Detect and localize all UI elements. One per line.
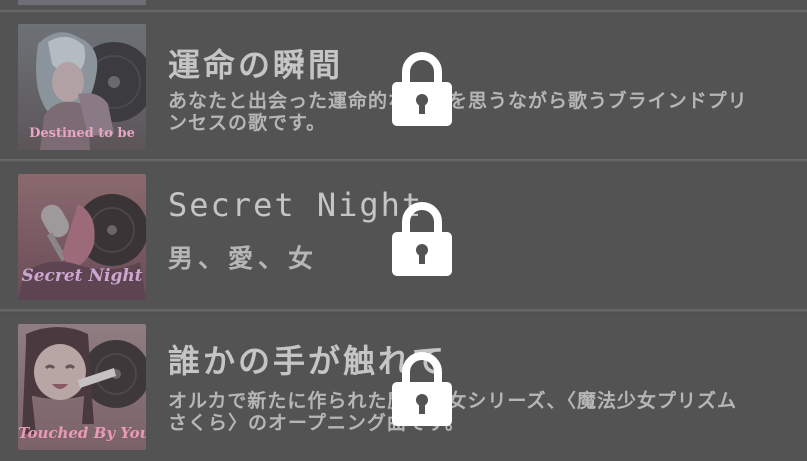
lock-icon: [392, 352, 452, 426]
thumbnail-caption: Touched By You: [18, 424, 146, 442]
song-row-dareka-no-te-ga-furete[interactable]: Touched By You 誰かの手が触れて オルカで新たに作られた魔法少女シ…: [0, 312, 807, 460]
song-title: 運命の瞬間: [168, 46, 344, 84]
song-thumbnail: Destined to be: [18, 24, 146, 150]
song-row-unmei-no-shunkan[interactable]: Destined to be 運命の瞬間 あなたと出会った運命的な瞬間を思うなが…: [0, 12, 807, 160]
previous-song-thumbnail-edge: [18, 0, 146, 5]
song-row-secret-night[interactable]: Secret Night Secret Night 男、愛、女: [0, 162, 807, 310]
song-thumbnail: Secret Night: [18, 174, 146, 300]
lock-icon: [392, 202, 452, 276]
lock-icon: [392, 52, 452, 126]
song-title: Secret Night: [168, 186, 424, 224]
song-description: あなたと出会った運命的な瞬間を思うながら歌うブラインドプリンセスの歌です。: [168, 90, 748, 134]
thumbnail-caption: Destined to be: [29, 126, 135, 141]
song-list-screen: Destined to be 運命の瞬間 あなたと出会った運命的な瞬間を思うなが…: [0, 0, 807, 461]
song-description: 男、愛、女: [168, 244, 319, 273]
song-thumbnail: Touched By You: [18, 324, 146, 450]
song-description: オルカで新たに作られた魔法少女シリーズ、〈魔法少女プリズムさくら〉のオープニング…: [168, 390, 737, 434]
thumbnail-caption: Secret Night: [21, 266, 143, 286]
